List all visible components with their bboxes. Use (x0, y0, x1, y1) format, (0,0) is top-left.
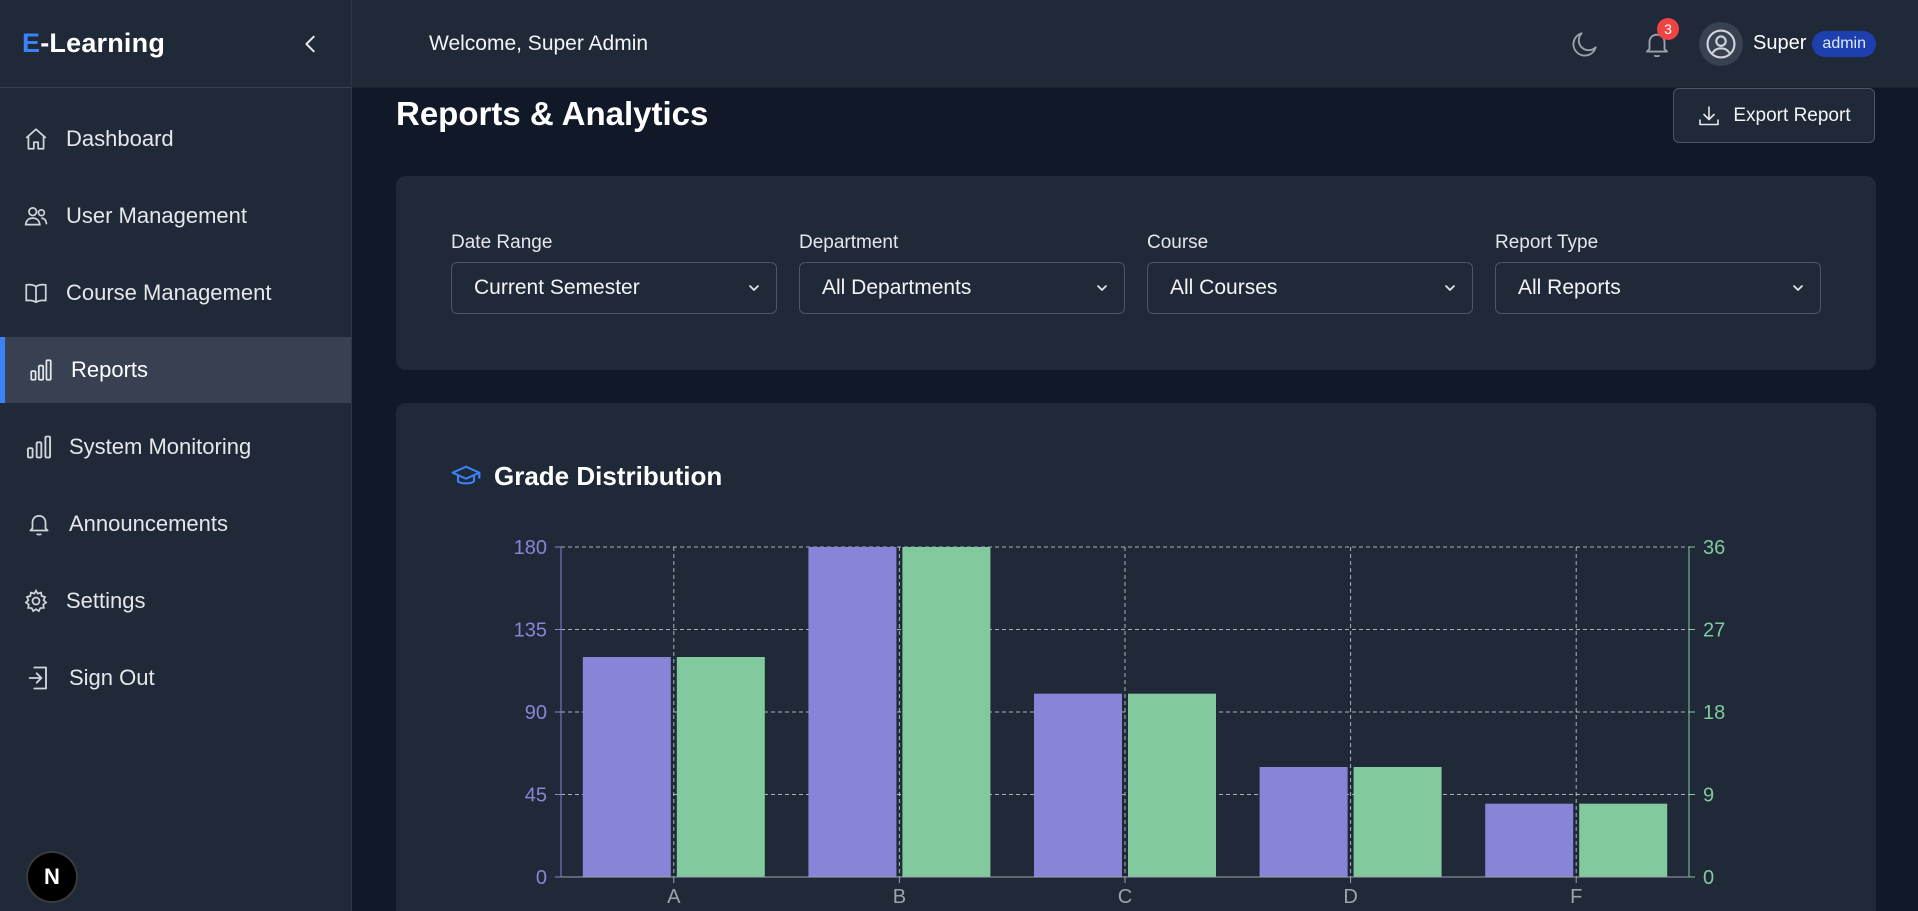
bar-series-left (1259, 767, 1348, 877)
bar-series-right (902, 547, 991, 877)
sidebar-item-label: System Monitoring (69, 434, 252, 459)
export-report-label: Export Report (1733, 104, 1851, 126)
brand-logo[interactable]: E-Learning (22, 28, 165, 59)
select-value: All Courses (1170, 276, 1278, 299)
x-tick-label: F (1570, 886, 1582, 908)
y-right-tick-label: 18 (1703, 702, 1725, 724)
select-value: All Departments (822, 276, 972, 299)
book-icon (22, 279, 50, 307)
filter-label: Date Range (451, 232, 553, 253)
y-right-tick-label: 27 (1703, 620, 1725, 642)
sidebar-item-label: Settings (66, 588, 146, 613)
sidebar-item-sign-out[interactable]: Sign Out (0, 645, 351, 711)
user-circle-icon (1706, 28, 1736, 59)
filter-label: Report Type (1495, 232, 1599, 253)
select-value: Current Semester (474, 276, 640, 299)
sidebar-item-label: Course Management (66, 280, 272, 305)
sidebar-item-dashboard[interactable]: Dashboard (0, 106, 351, 172)
chart-title: Grade Distribution (494, 460, 723, 491)
bar-series-right (676, 657, 765, 877)
avatar (1699, 21, 1744, 66)
chevron-down-icon (1097, 285, 1107, 291)
filters-panel: Date Range Current Semester Department A… (396, 176, 1876, 370)
y-left-tick-label: 45 (525, 785, 547, 807)
notification-count-badge: 3 (1657, 17, 1680, 40)
welcome-message: Welcome, Super Admin (429, 31, 649, 55)
sidebar: E-Learning Dashboard User Management Cou… (0, 0, 352, 911)
top-header: Welcome, Super Admin 3 Super admin (352, 0, 1918, 88)
brand-accent: E (22, 28, 41, 58)
bar-chart-icon (27, 356, 55, 384)
chevron-left-icon (305, 35, 315, 52)
y-left-tick-label: 90 (525, 702, 547, 724)
filter-report-type: Report Type All Reports (1495, 232, 1821, 314)
download-icon (1699, 105, 1720, 125)
grade-distribution-card: 0 0 45 9 90 18 135 27 180 36 A B C D F Grade Distribut… (396, 403, 1876, 911)
filter-date-range: Date Range Current Semester (451, 232, 777, 314)
sidebar-item-label: Announcements (69, 511, 228, 536)
bar-chart-icon (25, 433, 53, 461)
x-tick-label: B (893, 886, 906, 908)
filter-course: Course All Courses (1147, 232, 1473, 314)
header-actions: 3 Super admin (1535, 17, 1876, 66)
bar-series-left (1485, 803, 1574, 877)
sidebar-item-label: User Management (66, 203, 247, 228)
bell-icon (25, 510, 53, 538)
user-name: Super (1753, 32, 1807, 54)
sidebar-item-label: Reports (71, 357, 149, 382)
sidebar-item-user-management[interactable]: User Management (0, 183, 351, 249)
y-right-tick-label: 9 (1703, 785, 1714, 807)
theme-toggle-button[interactable] (1563, 22, 1607, 66)
sign-out-icon (25, 664, 53, 692)
y-left-tick-label: 135 (514, 620, 547, 642)
y-left-tick-label: 180 (514, 537, 547, 559)
brand-rest: -Learning (40, 28, 166, 58)
filter-department: Department All Departments (799, 232, 1125, 314)
chart-header: Grade Distribution (450, 460, 722, 492)
bar-series-right (1353, 767, 1442, 877)
sidebar-nav: Dashboard User Management Course Managem… (0, 88, 351, 711)
course-select[interactable]: All Courses (1147, 262, 1473, 314)
role-badge: admin (1812, 30, 1876, 57)
y-right-tick-label: 0 (1703, 867, 1714, 889)
export-report-button[interactable]: Export Report (1673, 88, 1875, 143)
y-right-tick-label: 36 (1703, 537, 1725, 559)
graduation-cap-icon (451, 465, 481, 485)
report-type-select[interactable]: All Reports (1495, 262, 1821, 314)
select-value: All Reports (1518, 276, 1621, 299)
x-tick-label: A (667, 886, 681, 908)
bar-series-right (1579, 803, 1668, 877)
chevron-down-icon (1445, 285, 1455, 291)
notifications-button[interactable]: 3 (1635, 17, 1680, 66)
gear-icon (22, 587, 50, 615)
sidebar-item-system-monitoring[interactable]: System Monitoring (0, 414, 351, 480)
bar-series-left (808, 547, 897, 877)
collapse-sidebar-button[interactable] (293, 26, 329, 62)
sidebar-item-settings[interactable]: Settings (0, 568, 351, 634)
bar-series-left (582, 657, 671, 877)
date-range-select[interactable]: Current Semester (451, 262, 777, 314)
y-left-tick-label: 0 (536, 867, 547, 889)
brand-bar: E-Learning (0, 0, 351, 88)
filter-label: Department (799, 232, 899, 253)
filter-label: Course (1147, 232, 1209, 253)
home-icon (22, 125, 50, 153)
chevron-down-icon (1793, 285, 1803, 291)
users-icon (22, 202, 50, 230)
x-tick-label: D (1343, 886, 1357, 908)
sidebar-item-label: Dashboard (66, 126, 174, 151)
x-tick-label: C (1118, 886, 1132, 908)
chevron-down-icon (749, 285, 759, 291)
sidebar-item-label: Sign Out (69, 665, 155, 690)
page-title: Reports & Analytics (396, 95, 709, 132)
moon-icon (1572, 31, 1597, 56)
sidebar-item-reports[interactable]: Reports (0, 337, 351, 403)
sidebar-item-announcements[interactable]: Announcements (0, 491, 351, 557)
next-dev-badge[interactable]: N (26, 851, 78, 903)
bar-series-right (1128, 693, 1216, 877)
user-menu[interactable]: Super admin (1699, 21, 1876, 66)
sidebar-item-course-management[interactable]: Course Management (0, 260, 351, 326)
bar-series-left (1034, 693, 1122, 877)
department-select[interactable]: All Departments (799, 262, 1125, 314)
